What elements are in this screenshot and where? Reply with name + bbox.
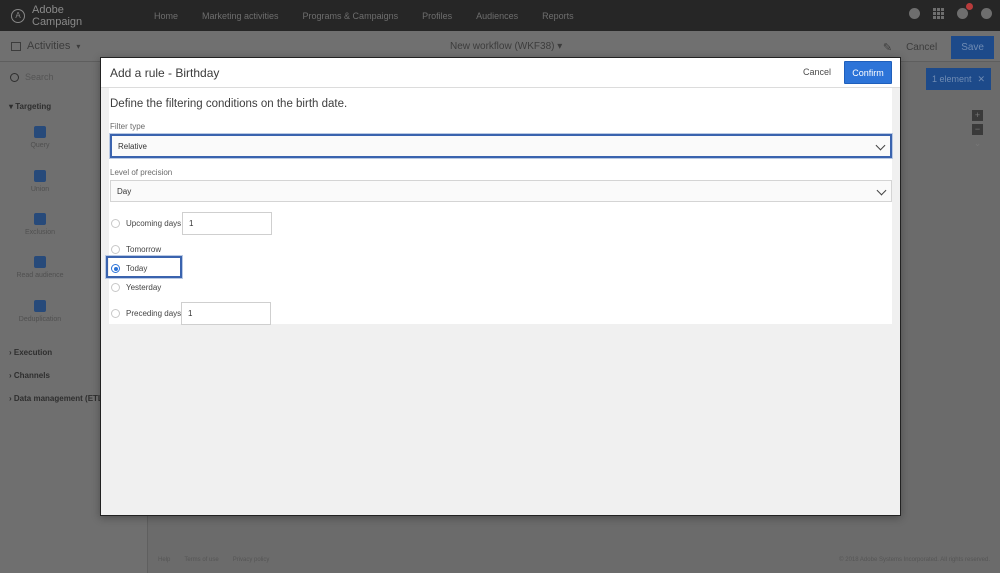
close-icon[interactable]: ✕: [977, 74, 985, 85]
edit-pencil-icon[interactable]: ✎: [883, 41, 892, 54]
section-data-management-label: Data management (ETL): [13, 394, 106, 403]
search-icon: [10, 72, 19, 82]
footer-privacy-link[interactable]: Privacy policy: [233, 557, 270, 563]
dialog-cancel-button[interactable]: Cancel: [803, 67, 831, 77]
apps-grid-icon[interactable]: [933, 8, 944, 19]
notifications-bell-icon[interactable]: [957, 3, 973, 19]
add-rule-dialog: Add a rule - Birthday Cancel Confirm Def…: [100, 57, 901, 516]
toolbar-actions: ✎ Cancel Save: [883, 36, 994, 59]
zoom-in-icon[interactable]: +: [972, 110, 983, 121]
nav-audiences[interactable]: Audiences: [464, 11, 530, 21]
filter-type-label: Filter type: [110, 122, 146, 131]
copyright: © 2018 Adobe Systems Incorporated. All r…: [839, 557, 990, 563]
section-channels-label: Channels: [13, 371, 50, 380]
dialog-confirm-button[interactable]: Confirm: [844, 61, 892, 84]
deduplication-icon: [34, 300, 46, 312]
workflow-save-button[interactable]: Save: [951, 36, 994, 59]
top-nav: Home Marketing activities Programs & Cam…: [142, 11, 586, 21]
option-tomorrow[interactable]: Tomorrow: [111, 245, 161, 254]
adobe-campaign-logo-icon: A: [11, 8, 25, 23]
workflow-title[interactable]: New workflow (WKF38) ▾: [450, 41, 562, 52]
section-execution[interactable]: › Execution: [9, 348, 52, 357]
nav-programs-campaigns[interactable]: Programs & Campaigns: [291, 11, 411, 21]
section-targeting-label: Targeting: [15, 102, 52, 111]
preceding-days-radio[interactable]: [111, 309, 120, 318]
zoom-menu-chevron-icon[interactable]: ⌄: [972, 138, 983, 149]
yesterday-label: Yesterday: [126, 283, 162, 292]
zoom-out-icon[interactable]: −: [972, 124, 983, 135]
section-targeting[interactable]: ▾ Targeting: [9, 102, 51, 111]
zoom-controls: + − ⌄: [972, 110, 983, 149]
nav-marketing-activities[interactable]: Marketing activities: [190, 11, 291, 21]
activities-label: Activities: [27, 40, 71, 52]
chevron-down-icon: ▾: [76, 41, 81, 51]
filter-type-select[interactable]: Relative: [110, 134, 892, 158]
palette-union[interactable]: Union: [15, 170, 65, 193]
option-preceding-days[interactable]: Preceding days: [111, 309, 181, 318]
help-icon[interactable]: [909, 8, 920, 19]
chevron-down-icon: [876, 185, 887, 196]
nav-profiles[interactable]: Profiles: [410, 11, 464, 21]
nav-reports[interactable]: Reports: [530, 11, 586, 21]
preceding-days-label: Preceding days: [126, 309, 182, 318]
precision-select[interactable]: Day: [110, 180, 892, 202]
element-count-label: 1 element: [931, 74, 972, 84]
filter-form: Define the filtering conditions on the b…: [109, 88, 892, 325]
upcoming-days-label: Upcoming days: [126, 219, 182, 228]
filter-type-value: Relative: [118, 141, 147, 151]
section-execution-label: Execution: [13, 348, 53, 357]
app-name: Adobe Campaign: [32, 3, 83, 28]
upcoming-days-input[interactable]: 1: [182, 212, 272, 235]
preceding-days-input[interactable]: 1: [181, 302, 271, 325]
footer-terms-link[interactable]: Terms of use: [184, 557, 218, 563]
precision-value: Day: [117, 186, 132, 196]
palette-exclusion-label: Exclusion: [25, 229, 55, 236]
chevron-down-icon: [875, 140, 886, 151]
exclusion-icon: [34, 213, 46, 225]
palette-query[interactable]: Query: [15, 126, 65, 149]
option-upcoming-days[interactable]: Upcoming days: [111, 219, 181, 228]
precision-label: Level of precision: [110, 168, 173, 177]
tomorrow-radio[interactable]: [111, 245, 120, 254]
section-data-management[interactable]: › Data management (ETL): [9, 394, 105, 403]
today-focus-ring: [106, 256, 182, 278]
panel-icon: [11, 41, 21, 51]
nav-home[interactable]: Home: [142, 11, 190, 21]
read-audience-icon: [34, 256, 46, 268]
palette-query-label: Query: [30, 142, 50, 149]
palette-exclusion[interactable]: Exclusion: [15, 213, 65, 236]
section-channels[interactable]: › Channels: [9, 371, 50, 380]
element-selection-button[interactable]: 1 element ✕: [926, 68, 991, 90]
activities-toggle[interactable]: Activities ▾: [11, 40, 80, 52]
dialog-title: Add a rule - Birthday: [110, 66, 220, 80]
yesterday-radio[interactable]: [111, 283, 120, 292]
user-avatar[interactable]: [981, 8, 992, 19]
query-icon: [34, 126, 46, 138]
palette-union-label: Union: [30, 186, 50, 193]
upcoming-days-radio[interactable]: [111, 219, 120, 228]
union-icon: [34, 170, 46, 182]
footer-help-link[interactable]: Help: [158, 557, 170, 563]
dialog-header: Add a rule - Birthday Cancel Confirm: [101, 58, 900, 88]
palette-read-audience-label: Read audience: [16, 272, 64, 279]
option-yesterday[interactable]: Yesterday: [111, 283, 161, 292]
tomorrow-label: Tomorrow: [126, 245, 162, 254]
search-placeholder: Search: [25, 72, 54, 82]
workflow-title-text: New workflow (WKF38): [450, 41, 555, 52]
activity-search[interactable]: Search: [10, 72, 54, 82]
palette-read-audience[interactable]: Read audience: [15, 256, 65, 279]
palette-deduplication[interactable]: Deduplication: [15, 300, 65, 323]
workflow-cancel-button[interactable]: Cancel: [906, 42, 937, 53]
footer-links: Help Terms of use Privacy policy: [158, 557, 269, 563]
top-navigation-bar: A Adobe Campaign Home Marketing activiti…: [0, 0, 1000, 31]
dialog-intro-text: Define the filtering conditions on the b…: [110, 98, 348, 110]
palette-deduplication-label: Deduplication: [18, 316, 62, 323]
top-icons: [909, 3, 992, 19]
notification-badge: [966, 3, 973, 10]
